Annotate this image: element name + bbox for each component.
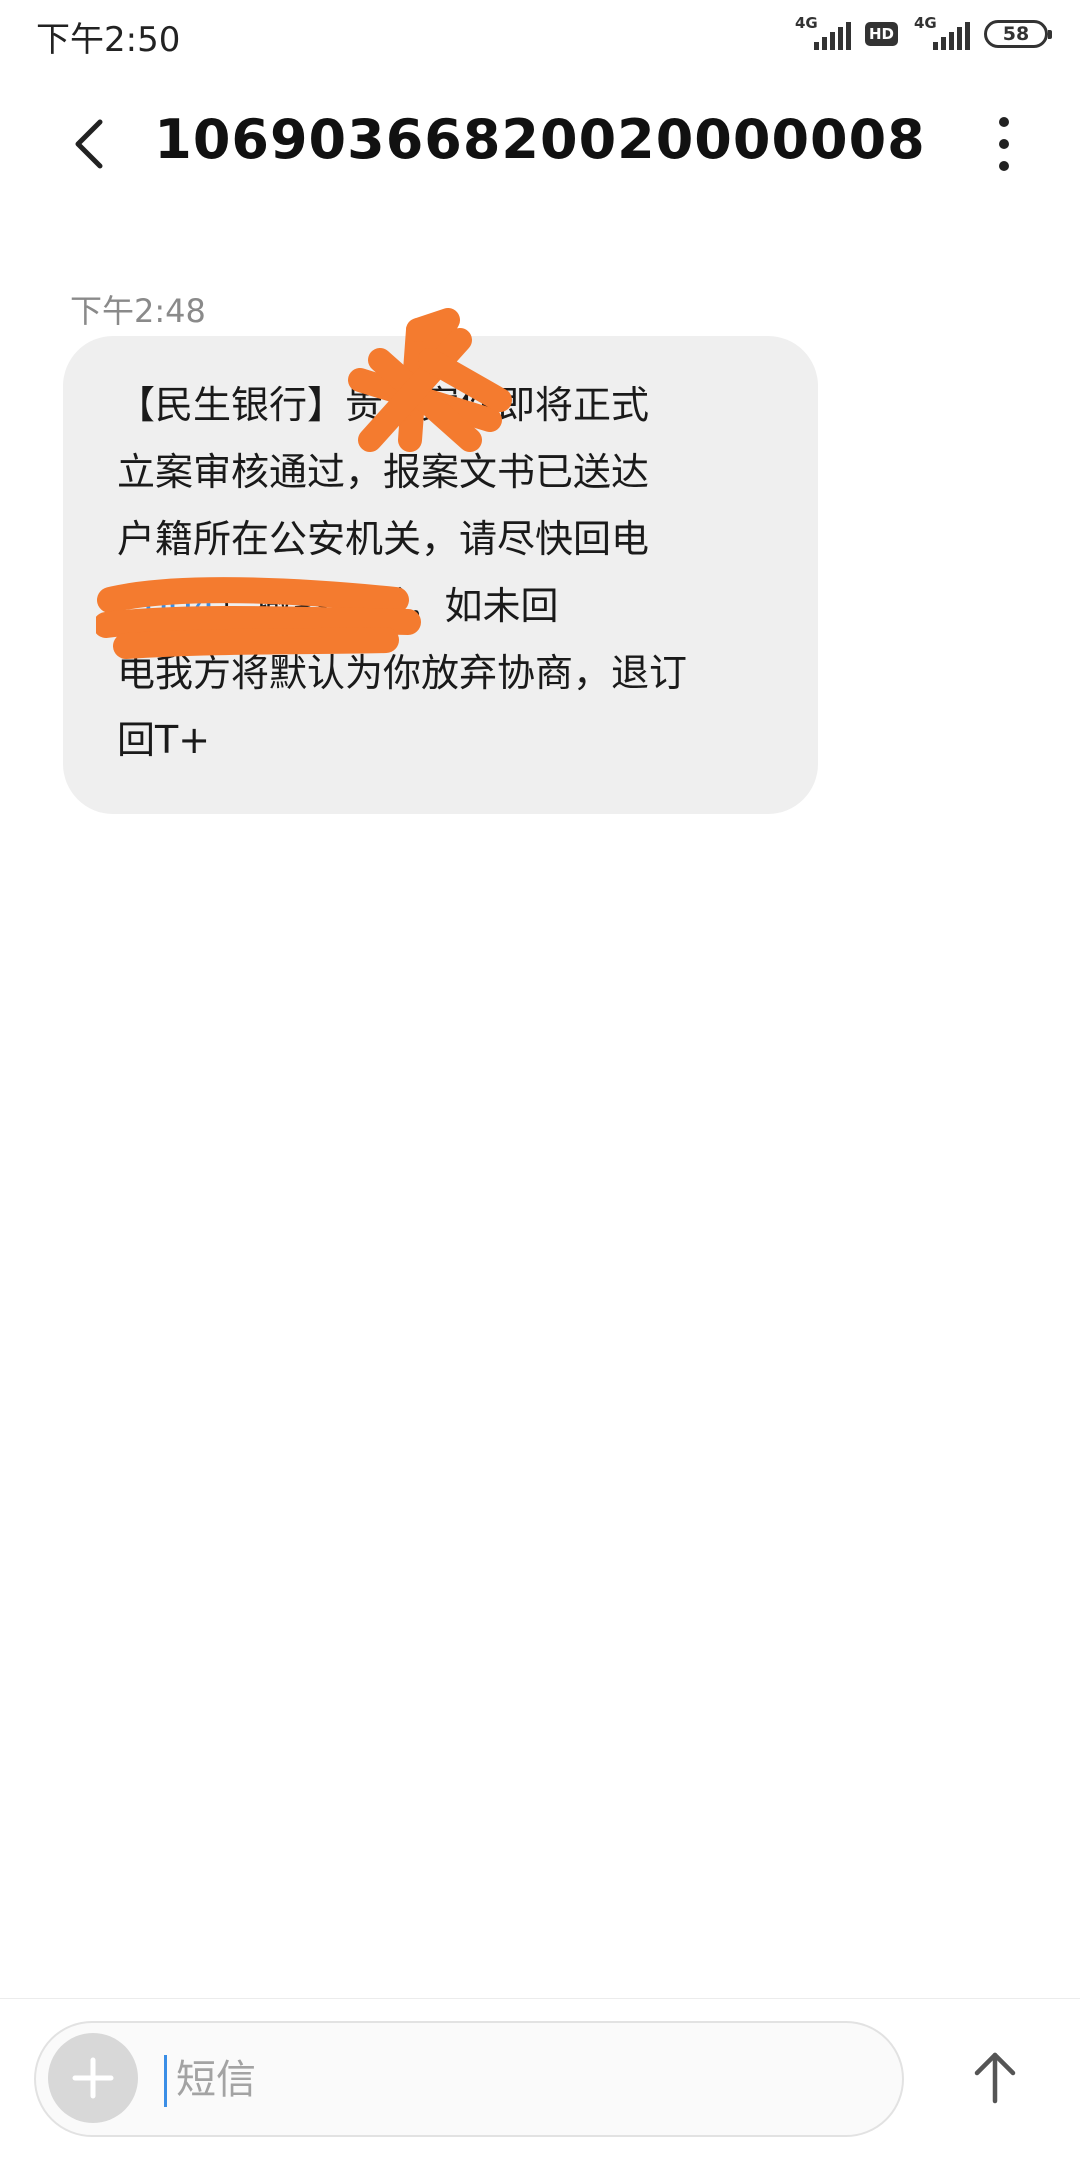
more-vertical-icon bbox=[999, 117, 1009, 171]
message-line-tail: ）撤案撤诉，如未回 bbox=[216, 584, 559, 628]
signal-icon: 4G bbox=[793, 14, 851, 52]
battery-icon: 58 bbox=[984, 20, 1052, 48]
signal-icon-2: 4G bbox=[912, 14, 970, 52]
plus-icon bbox=[72, 2057, 114, 2099]
hd-voice-icon: HD bbox=[864, 22, 898, 46]
message-timestamp: 下午2:48 bbox=[70, 292, 206, 330]
message-input[interactable] bbox=[174, 2047, 778, 2113]
message-line: 【民生银行】贵方案件即将正式 bbox=[117, 383, 650, 427]
message-line: 电我方将默认为你放弃协商，退订 bbox=[117, 651, 688, 695]
text-caret bbox=[164, 2055, 167, 2107]
message-input-container[interactable] bbox=[34, 2021, 904, 2137]
message-line-with-link: ( 004）撤案撤诉，如未回 bbox=[117, 573, 778, 640]
message-bubble[interactable]: 【民生银行】贵方案件即将正式 立案审核通过，报案文书已送达 户籍所在公安机关，请… bbox=[63, 336, 818, 814]
send-button[interactable] bbox=[955, 2037, 1035, 2117]
contact-number: 106903668200200000​08 bbox=[154, 108, 926, 171]
more-options-button[interactable] bbox=[972, 112, 1036, 176]
conversation-header: 106903668200200000​08 bbox=[0, 90, 1080, 200]
phone-link[interactable]: ( 004 bbox=[117, 584, 216, 628]
status-bar: 下午2:50 4G HD 4G 58 bbox=[0, 0, 1080, 70]
add-attachment-button[interactable] bbox=[48, 2033, 138, 2123]
battery-level: 58 bbox=[1002, 23, 1030, 45]
status-icons: 4G HD 4G 58 bbox=[793, 14, 1052, 54]
status-time: 下午2:50 bbox=[36, 20, 181, 60]
message-line: 户籍所在公安机关，请尽快回电 bbox=[117, 517, 650, 561]
message-line: 立案审核通过，报案文书已送达 bbox=[117, 450, 650, 494]
composer-bar bbox=[0, 1998, 1080, 2161]
message-line: 回T+ bbox=[117, 718, 211, 762]
send-arrow-up-icon bbox=[974, 2052, 1016, 2104]
